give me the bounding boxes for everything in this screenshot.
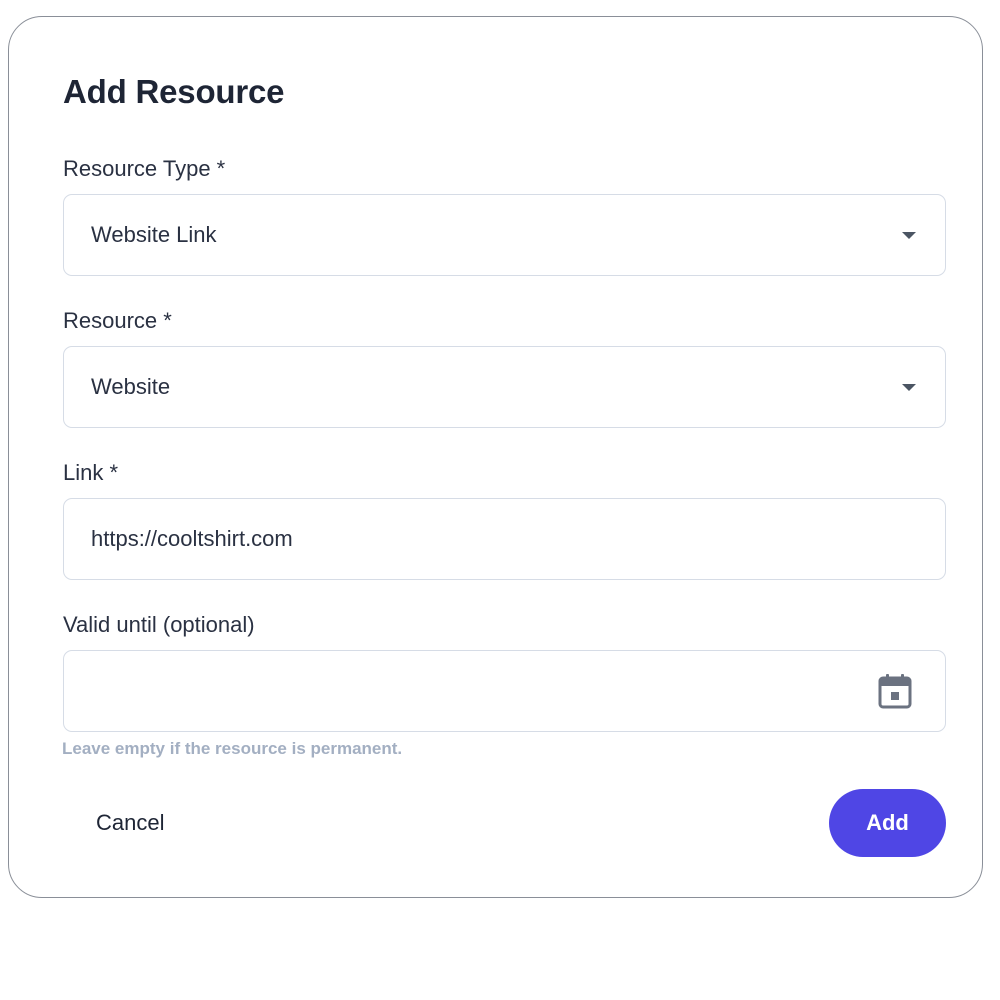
resource-type-label: Resource Type * <box>63 156 226 181</box>
resource-type-select[interactable]: Website Link <box>63 194 946 276</box>
valid-until-helper-text: Leave empty if the resource is permanent… <box>62 739 403 758</box>
valid-until-label: Valid until (optional) <box>63 612 255 637</box>
valid-until-date-input[interactable] <box>63 650 946 732</box>
resource-select[interactable]: Website <box>63 346 946 428</box>
calendar-icon[interactable] <box>878 673 912 709</box>
resource-value: Website <box>91 374 171 399</box>
resource-type-value: Website Link <box>91 222 217 247</box>
resource-label: Resource * <box>63 308 172 333</box>
add-resource-dialog: Add Resource Resource Type * Website Lin… <box>8 16 983 898</box>
dialog-title: Add Resource <box>63 73 285 110</box>
add-button[interactable]: Add <box>829 789 946 857</box>
link-input[interactable]: https://cooltshirt.com <box>63 498 946 580</box>
link-value: https://cooltshirt.com <box>91 526 293 551</box>
link-label: Link * <box>63 460 119 485</box>
cancel-button[interactable]: Cancel <box>63 789 197 857</box>
chevron-down-icon[interactable] <box>902 384 916 391</box>
chevron-down-icon[interactable] <box>902 232 916 239</box>
